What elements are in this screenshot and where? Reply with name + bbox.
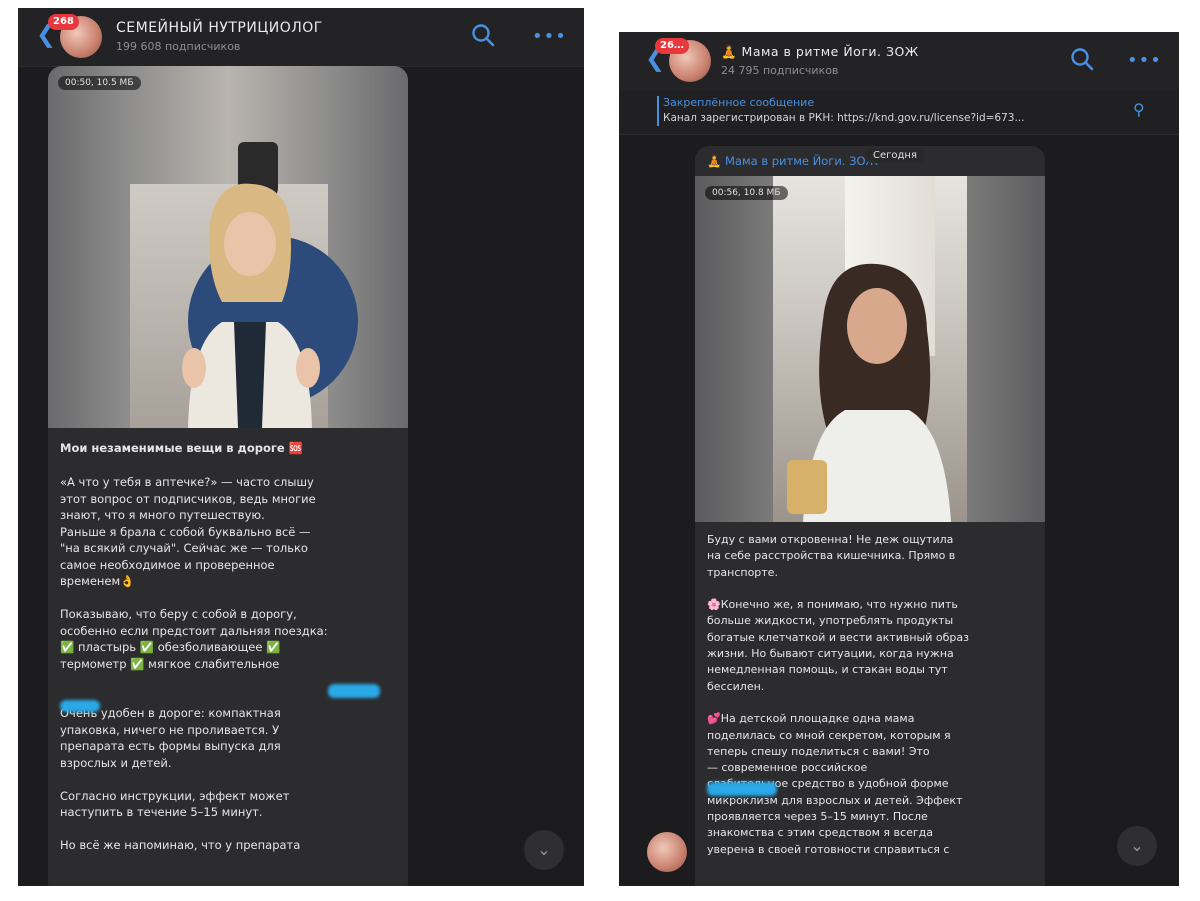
redaction-mark: [60, 700, 100, 712]
video-thumbnail[interactable]: 00:50, 10.5 МБ: [48, 66, 408, 428]
message-author[interactable]: 🧘 Мама в ритме Йоги. ЗОЖ: [707, 154, 878, 168]
chat-header: ❮ 26… 🧘 Мама в ритме Йоги. ЗОЖ 24 795 по…: [619, 32, 1179, 91]
unread-badge: 268: [48, 14, 79, 30]
message-text: Буду с вами откровенна! Не деж ощутила н…: [707, 533, 969, 856]
message-bubble: 00:50, 10.5 МБ Мои незаменимые вещи в до…: [48, 66, 408, 886]
date-badge: Сегодня: [865, 148, 925, 163]
pinned-text: Канал зарегистрирован в РКН: https://knd…: [663, 112, 1025, 124]
scroll-down-button[interactable]: ⌄: [1117, 826, 1157, 866]
video-duration: 00:50, 10.5 МБ: [58, 76, 141, 90]
video-thumbnail[interactable]: 00:56, 10.8 МБ: [695, 176, 1045, 522]
search-icon[interactable]: [470, 22, 496, 52]
message-text: «А что у тебя в аптечке?» — часто слышу …: [60, 475, 328, 852]
person-figure: [787, 263, 951, 522]
channel-title[interactable]: 🧘 Мама в ритме Йоги. ЗОЖ: [721, 44, 919, 60]
subscriber-count: 199 608 подписчиков: [116, 40, 241, 53]
sender-avatar[interactable]: [647, 832, 687, 872]
heading-text: Мои незаменимые вещи в дороге 🆘: [60, 441, 303, 455]
search-icon[interactable]: [1069, 46, 1095, 76]
scroll-down-button[interactable]: ⌄: [524, 830, 564, 870]
person-figure: [182, 183, 320, 428]
left-screenshot: ❮ 268 СЕМЕЙНЫЙ НУТРИЦИОЛОГ 199 608 подпи…: [18, 8, 584, 886]
pinned-message-bar[interactable]: Закреплённое сообщение Канал зарегистрир…: [619, 90, 1179, 135]
channel-title[interactable]: СЕМЕЙНЫЙ НУТРИЦИОЛОГ: [116, 20, 323, 36]
pinned-title: Закреплённое сообщение: [663, 96, 815, 109]
chat-header: ❮ 268 СЕМЕЙНЫЙ НУТРИЦИОЛОГ 199 608 подпи…: [18, 8, 584, 67]
subscriber-count: 24 795 подписчиков: [721, 64, 839, 77]
pin-icon[interactable]: ⚲: [1133, 100, 1145, 119]
video-duration: 00:56, 10.8 МБ: [705, 186, 788, 200]
redaction-mark: [707, 782, 777, 796]
right-screenshot: ❮ 26… 🧘 Мама в ритме Йоги. ЗОЖ 24 795 по…: [619, 32, 1179, 886]
more-menu-icon[interactable]: •••: [532, 26, 567, 47]
redaction-mark: [328, 684, 380, 698]
message-bubble: 🧘 Мама в ритме Йоги. ЗОЖ 00:56, 10.8 МБ …: [695, 146, 1045, 886]
more-menu-icon[interactable]: •••: [1127, 50, 1162, 71]
message-heading: Мои незаменимые вещи в дороге 🆘: [60, 440, 400, 457]
unread-badge: 26…: [655, 38, 689, 54]
pinned-accent-line: [657, 96, 659, 126]
